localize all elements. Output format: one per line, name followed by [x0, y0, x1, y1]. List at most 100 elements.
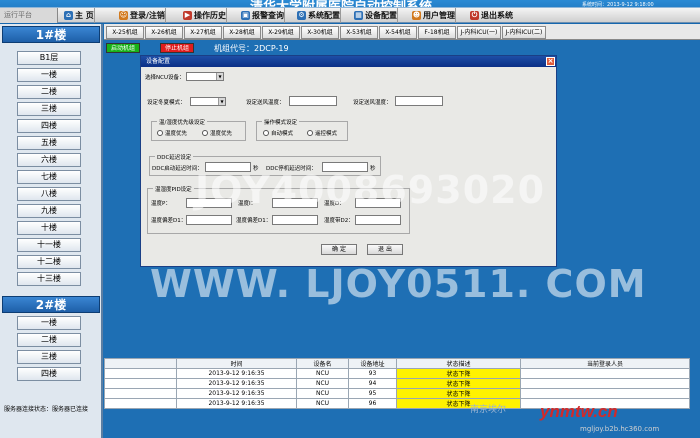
tab-unit[interactable]: X-25机组 — [106, 26, 144, 39]
table-cell — [520, 368, 690, 379]
season-mode-label: 设定冬夏模式： — [147, 100, 186, 106]
start-unit-indicator[interactable]: 启动机组 — [106, 43, 140, 53]
floor-button[interactable]: 四楼 — [17, 119, 81, 133]
priority-group: 温/湿度优先级设定 温度优先 湿度优先 — [151, 118, 246, 141]
close-icon[interactable]: × — [546, 57, 555, 66]
temp-deadband-input[interactable] — [186, 215, 232, 225]
floor-button[interactable]: 五楼 — [17, 136, 81, 150]
table-cell: 94 — [348, 378, 397, 389]
table-cell: 96 — [348, 398, 397, 409]
tab-unit[interactable]: F-18机组 — [418, 26, 456, 39]
building-2-header[interactable]: 2#楼 — [2, 296, 100, 313]
floor-button[interactable]: 六楼 — [17, 153, 81, 167]
table-row[interactable]: 2013-9-12 9:16:35 NCU 94 状态下降 — [104, 378, 690, 389]
tab-unit[interactable]: X-26机组 — [145, 26, 183, 39]
cancel-button[interactable]: 退 出 — [367, 244, 403, 255]
season-mode-select[interactable]: ▼ — [190, 97, 226, 106]
pid-group-title: 温湿度PID设定 — [153, 185, 194, 193]
floor-button[interactable]: 十一楼 — [17, 238, 81, 252]
floor-button[interactable]: 三楼 — [17, 102, 81, 116]
supply-hum-input[interactable] — [395, 96, 443, 106]
tab-unit[interactable]: X-27机组 — [184, 26, 222, 39]
menu-device-config[interactable]: ▦ 设备配置 — [352, 8, 398, 23]
device-config-dialog: 设备配置 × 选择NCU设备： ▼ 设定冬夏模式： ▼ 设定送风温度： 设定送风… — [140, 55, 557, 267]
menu-history[interactable]: ▶ 操作历史 — [181, 8, 227, 23]
tab-unit[interactable]: J-内科ICU(二) — [502, 26, 546, 39]
hum-band-label: 湿度带D2： — [324, 218, 354, 224]
table-cell: NCU — [296, 378, 349, 389]
floor-button[interactable]: 一楼 — [17, 68, 81, 82]
config-icon: ⚙ — [297, 11, 306, 20]
floor-button[interactable]: 三楼 — [17, 350, 81, 364]
table-cell: 93 — [348, 368, 397, 379]
tab-unit[interactable]: X-54机组 — [379, 26, 417, 39]
temp-p-label: 温度P： — [151, 201, 171, 207]
table-row[interactable]: 2013-9-12 9:16:35 NCU 95 状态下降 — [104, 388, 690, 399]
building-1-header[interactable]: 1#楼 — [2, 26, 100, 43]
tab-unit[interactable]: X-28机组 — [223, 26, 261, 39]
top-bar: 清华大学附属医院自动控制系统 系统时间：2013-9-12 9:18:00 运行… — [0, 0, 700, 24]
hum-deadband-input[interactable] — [272, 215, 318, 225]
unit-tab-bar: X-25机组 X-26机组 X-27机组 X-28机组 X-29机组 X-30机… — [104, 24, 700, 40]
menu-user-manage[interactable]: ☻ 用户管理 — [410, 8, 456, 23]
table-cell — [520, 388, 690, 399]
stop-unit-indicator[interactable]: 停止机组 — [160, 43, 194, 53]
table-cell: NCU — [296, 398, 349, 409]
chevron-down-icon: ▼ — [216, 73, 223, 80]
menu-login-logout[interactable]: ☺ 登录/注销 — [117, 8, 166, 23]
table-cell — [104, 378, 177, 389]
floor-button[interactable]: 十楼 — [17, 221, 81, 235]
sidebar: 1#楼 B1层 一楼 二楼 三楼 四楼 五楼 六楼 七楼 八楼 九楼 十楼 十一… — [0, 24, 103, 438]
floor-button[interactable]: B1层 — [17, 51, 81, 65]
menu-history-label: 操作历史 — [194, 11, 226, 20]
tab-unit[interactable]: X-30机组 — [301, 26, 339, 39]
priority-group-title: 温/湿度优先级设定 — [157, 118, 207, 126]
floor-button[interactable]: 十三楼 — [17, 272, 81, 286]
hum-band-input[interactable] — [355, 215, 401, 225]
mode-group: 操作模式设定 自动模式 遥控模式 — [256, 118, 348, 141]
table-header: 设备地址 — [348, 358, 397, 369]
menu-login-label: 登录/注销 — [130, 11, 165, 20]
menu-exit[interactable]: ⏻ 退出系统 — [468, 8, 513, 23]
table-cell — [520, 378, 690, 389]
auto-mode-radio[interactable] — [263, 130, 269, 136]
mode-group-title: 操作模式设定 — [262, 118, 300, 126]
floor-button[interactable]: 七楼 — [17, 170, 81, 184]
table-header: 设备名 — [296, 358, 349, 369]
remote-mode-radio[interactable] — [307, 130, 313, 136]
dialog-title: 设备配置 — [146, 58, 171, 65]
source-url-watermark: mgljoy.b2b.hc360.com — [580, 425, 660, 433]
floor-button[interactable]: 一楼 — [17, 316, 81, 330]
supply-temp-input[interactable] — [289, 96, 337, 106]
ddc-group-title: DDC延迟设定 — [155, 153, 194, 161]
menu-alarm[interactable]: ▣ 报警查询 — [239, 8, 285, 23]
menu-alarm-label: 报警查询 — [252, 11, 284, 20]
floor-button[interactable]: 二楼 — [17, 333, 81, 347]
temp-priority-radio[interactable] — [157, 130, 163, 136]
menu-home-label: 主 页 — [75, 11, 94, 20]
tab-unit[interactable]: X-53机组 — [340, 26, 378, 39]
watermark-phone: JOY4008693020 — [195, 168, 546, 212]
tab-unit[interactable]: J-内科ICU(一) — [457, 26, 501, 39]
users-icon: ☻ — [412, 11, 421, 20]
table-header: 当前登录人员 — [520, 358, 690, 369]
watermark-url: WWW. LJOY0511. COM — [150, 262, 647, 306]
ok-button[interactable]: 确 定 — [321, 244, 357, 255]
tab-unit[interactable]: X-29机组 — [262, 26, 300, 39]
menu-system-config[interactable]: ⚙ 系统配置 — [295, 8, 341, 23]
table-row[interactable]: 2013-9-12 9:16:35 NCU 93 状态下降 — [104, 368, 690, 379]
floor-button[interactable]: 四楼 — [17, 367, 81, 381]
menu-system-config-label: 系统配置 — [308, 11, 340, 20]
floor-button[interactable]: 十二楼 — [17, 255, 81, 269]
floor-button[interactable]: 二楼 — [17, 85, 81, 99]
company-stamp: 南京埃尔 — [470, 405, 507, 415]
ncu-select[interactable]: ▼ — [186, 72, 224, 81]
table-cell: 2013-9-12 9:16:35 — [176, 398, 297, 409]
temp-deadband-label: 温度偏差D1： — [151, 218, 187, 224]
menu-home[interactable]: ⌂ 主 页 — [62, 8, 95, 23]
hum-priority-radio[interactable] — [202, 130, 208, 136]
floor-button[interactable]: 九楼 — [17, 204, 81, 218]
floor-button[interactable]: 八楼 — [17, 187, 81, 201]
alarm-icon: ▣ — [241, 11, 250, 20]
brand-watermark: ynmtw.cn — [540, 402, 618, 421]
